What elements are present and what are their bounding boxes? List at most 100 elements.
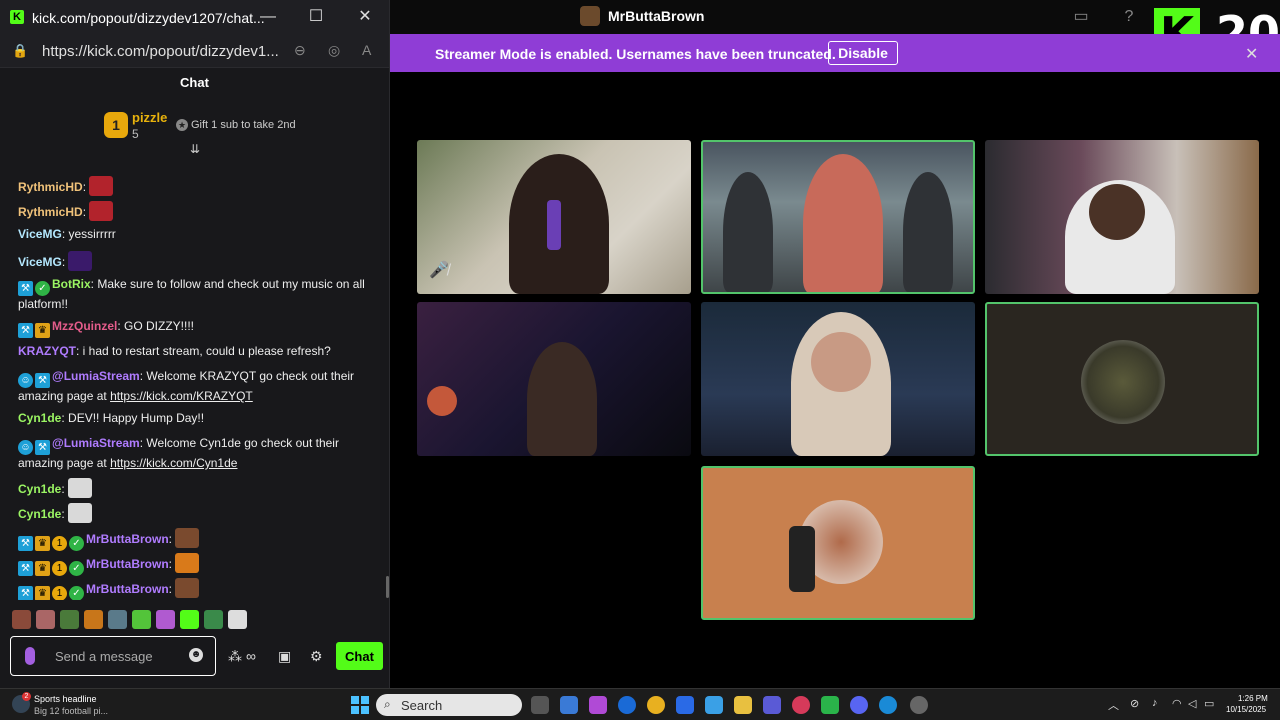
- emote[interactable]: [132, 610, 151, 629]
- chat-scrollbar[interactable]: [386, 576, 389, 598]
- emote[interactable]: [175, 528, 200, 548]
- copilot-icon[interactable]: [560, 696, 578, 714]
- message-input[interactable]: Send a message ☻: [10, 636, 216, 676]
- emote[interactable]: [68, 251, 93, 271]
- gift-hint: Gift 1 sub to take 2nd: [191, 119, 296, 131]
- emote[interactable]: [108, 610, 127, 629]
- video-tile-speaking[interactable]: [701, 140, 975, 294]
- gift-shop-icon[interactable]: ▣: [278, 648, 291, 665]
- emote[interactable]: [84, 610, 103, 629]
- video-tile-speaking[interactable]: [985, 302, 1259, 456]
- app-icon[interactable]: [589, 696, 607, 714]
- maps-icon[interactable]: [792, 696, 810, 714]
- maximize-icon[interactable]: ☐: [301, 6, 331, 28]
- mic-tray-icon[interactable]: ♪: [1152, 697, 1158, 709]
- emoji-icon[interactable]: ☻: [189, 648, 203, 662]
- chat-username[interactable]: RythmicHD: [18, 180, 83, 194]
- mic-icon[interactable]: [25, 647, 35, 665]
- chat-username[interactable]: MzzQuinzel: [52, 319, 117, 333]
- chat-username[interactable]: ViceMG: [18, 255, 62, 269]
- minimize-icon[interactable]: —: [253, 6, 283, 28]
- chat-username[interactable]: RythmicHD: [18, 205, 83, 219]
- volume-icon[interactable]: ◁: [1188, 697, 1196, 710]
- emote[interactable]: [12, 610, 31, 629]
- chat-username[interactable]: @LumiaStream: [52, 436, 140, 450]
- cast-icon[interactable]: ▭: [1070, 6, 1092, 28]
- edge-icon[interactable]: [879, 696, 897, 714]
- close-icon[interactable]: ✕: [1245, 44, 1258, 64]
- chat-username[interactable]: Cyn1de: [18, 482, 61, 496]
- emote[interactable]: [156, 610, 175, 629]
- chat-username[interactable]: BotRix: [52, 277, 91, 291]
- video-tile[interactable]: 🎤̸: [417, 140, 691, 294]
- url-text[interactable]: https://kick.com/popout/dizzydev1...: [42, 43, 279, 60]
- emote[interactable]: [204, 610, 223, 629]
- teams-icon[interactable]: [763, 696, 781, 714]
- gear-icon[interactable]: ⚙: [310, 648, 323, 665]
- chevron-up-icon[interactable]: ︿: [1108, 697, 1119, 713]
- kicks-icon[interactable]: ⁂: [228, 648, 242, 665]
- read-aloud-icon[interactable]: A: [362, 42, 371, 58]
- vip-badge-icon: ♛: [35, 586, 50, 600]
- news-subtitle[interactable]: Big 12 football pi...: [34, 706, 108, 716]
- chat-username[interactable]: MrButtaBrown: [86, 582, 169, 596]
- chat-message: KRAZYQT: i had to restart stream, could …: [18, 343, 374, 360]
- chat-username[interactable]: MrButtaBrown: [86, 532, 169, 546]
- chat-link[interactable]: https://kick.com/Cyn1de: [110, 456, 237, 470]
- chat-username[interactable]: Cyn1de: [18, 411, 61, 425]
- emote[interactable]: [175, 578, 200, 598]
- zoom-app-icon[interactable]: [676, 696, 694, 714]
- emote[interactable]: [68, 503, 93, 523]
- video-tile-speaking[interactable]: [701, 466, 975, 620]
- folder-icon[interactable]: [734, 696, 752, 714]
- infinity-icon[interactable]: ∞: [246, 648, 256, 664]
- discord-icon[interactable]: [850, 696, 868, 714]
- emote[interactable]: [180, 610, 199, 629]
- help-icon[interactable]: ?: [1118, 6, 1140, 28]
- app-icon[interactable]: [821, 696, 839, 714]
- emote[interactable]: [89, 201, 114, 221]
- mod-badge-icon: ⚒: [35, 373, 50, 388]
- chat-username[interactable]: Cyn1de: [18, 507, 61, 521]
- clock-date[interactable]: 10/15/2025: [1226, 705, 1266, 714]
- banner-text: Streamer Mode is enabled. Usernames have…: [435, 46, 836, 62]
- avatar: [1081, 340, 1165, 424]
- app-title: MrButtaBrown: [580, 6, 704, 26]
- chat-link[interactable]: https://kick.com/KRAZYQT: [110, 389, 253, 403]
- settings-icon[interactable]: [910, 696, 928, 714]
- chat-message: ViceMG:: [18, 251, 374, 271]
- emote[interactable]: [68, 478, 93, 498]
- tray-app-icon[interactable]: ⊘: [1130, 697, 1139, 710]
- disable-button[interactable]: Disable: [828, 41, 898, 65]
- store-icon[interactable]: [705, 696, 723, 714]
- emote[interactable]: [36, 610, 55, 629]
- chrome-icon[interactable]: [647, 696, 665, 714]
- taskbar: 2 Sports headline Big 12 football pi... …: [0, 688, 1280, 720]
- send-chat-button[interactable]: Chat: [336, 642, 383, 670]
- chat-username[interactable]: MrButtaBrown: [86, 557, 169, 571]
- close-icon[interactable]: ✕: [350, 6, 380, 28]
- wifi-icon[interactable]: ◠: [1172, 697, 1182, 710]
- emote[interactable]: [89, 176, 114, 196]
- battery-icon[interactable]: ▭: [1204, 697, 1214, 710]
- tracking-icon[interactable]: ◎: [328, 42, 340, 59]
- task-view-icon[interactable]: [531, 696, 549, 714]
- video-tile[interactable]: [701, 302, 975, 456]
- chat-username[interactable]: ViceMG: [18, 227, 62, 241]
- clock-time[interactable]: 1:26 PM: [1238, 694, 1268, 703]
- emote[interactable]: [228, 610, 247, 629]
- emote[interactable]: [175, 553, 200, 573]
- video-tile[interactable]: [417, 302, 691, 456]
- chat-username[interactable]: KRAZYQT: [18, 344, 76, 358]
- taskbar-search[interactable]: ⌕ Search: [376, 694, 522, 716]
- zoom-icon[interactable]: ⊖: [294, 42, 306, 59]
- address-bar[interactable]: 🔒 https://kick.com/popout/dizzydev1... ⊖…: [0, 34, 389, 68]
- hp-icon[interactable]: [618, 696, 636, 714]
- start-icon[interactable]: [351, 696, 369, 714]
- chat-username[interactable]: @LumiaStream: [52, 369, 140, 383]
- video-tile[interactable]: [985, 140, 1259, 294]
- collapse-icon[interactable]: ⇊: [190, 142, 200, 156]
- emote[interactable]: [60, 610, 79, 629]
- leader-name[interactable]: pizzle: [132, 110, 167, 125]
- news-title[interactable]: Sports headline: [34, 694, 97, 704]
